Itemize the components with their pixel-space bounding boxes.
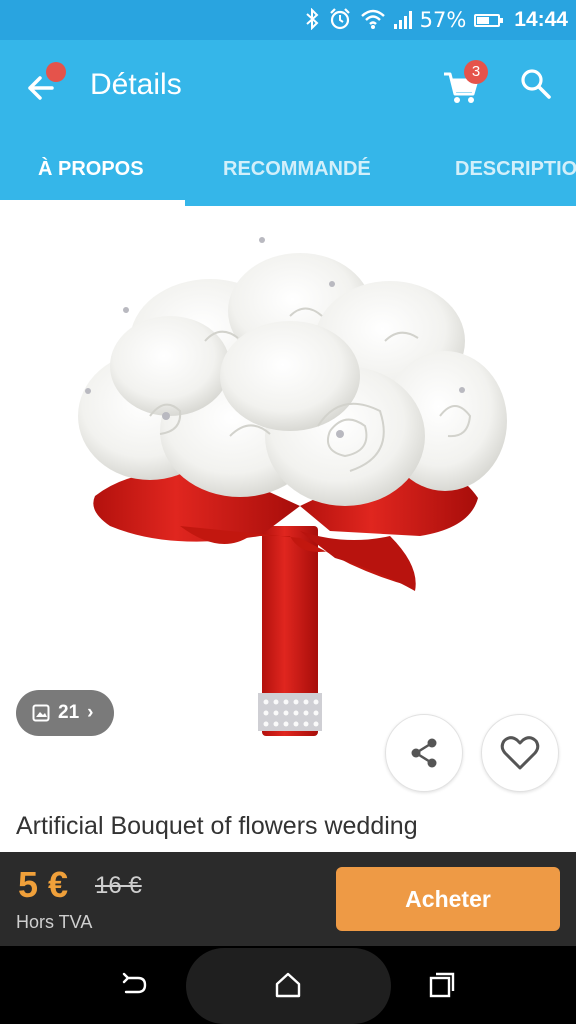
tax-note: Hors TVA [16, 912, 93, 932]
system-nav-bar [0, 946, 576, 1024]
product-title: Artificial Bouquet of flowers wedding [16, 812, 418, 840]
chevron-right-icon: › [87, 702, 94, 723]
price: 5 € [18, 864, 69, 905]
tab-a-propos[interactable]: À PROPOS [38, 132, 144, 206]
recents-icon [429, 972, 455, 998]
signal-icon [393, 11, 412, 29]
back-button[interactable] [22, 62, 68, 108]
battery-icon [474, 13, 504, 27]
search-icon [521, 69, 551, 99]
home-icon [275, 972, 301, 998]
buy-button[interactable]: Acheter [336, 867, 560, 931]
notification-dot [46, 62, 66, 82]
tab-bar: À PROPOS RECOMMANDÉ DESCRIPTIO [0, 132, 576, 206]
search-button[interactable] [518, 66, 558, 106]
gallery-button[interactable]: 21 › [16, 690, 114, 736]
price-bar: 5 € 16 € Hors TVA Acheter [0, 852, 576, 946]
nav-recents-button[interactable] [427, 970, 457, 1000]
wifi-icon [360, 8, 386, 33]
back-icon [122, 972, 147, 994]
share-button[interactable] [385, 714, 463, 792]
old-price: 16 € [95, 872, 142, 899]
image-count: 21 [58, 702, 80, 723]
heart-icon [500, 736, 540, 770]
tab-description[interactable]: DESCRIPTIO [455, 132, 576, 206]
clock: 14:44 [514, 8, 568, 31]
page-title: Détails [90, 68, 182, 101]
cart-count-badge: 3 [464, 60, 488, 84]
battery-percent: 57% [419, 8, 467, 32]
app-bar: Détails 3 [0, 40, 576, 132]
nav-back-button[interactable] [120, 970, 150, 1000]
bluetooth-icon [304, 7, 320, 33]
image-icon [32, 704, 50, 722]
alarm-icon [328, 7, 352, 34]
status-bar: 57% 14:44 [0, 0, 576, 40]
cart-button[interactable]: 3 [440, 60, 490, 110]
favorite-button[interactable] [481, 714, 559, 792]
tab-recommande[interactable]: RECOMMANDÉ [223, 132, 371, 206]
share-icon [411, 738, 437, 768]
nav-home-button[interactable] [273, 970, 303, 1000]
